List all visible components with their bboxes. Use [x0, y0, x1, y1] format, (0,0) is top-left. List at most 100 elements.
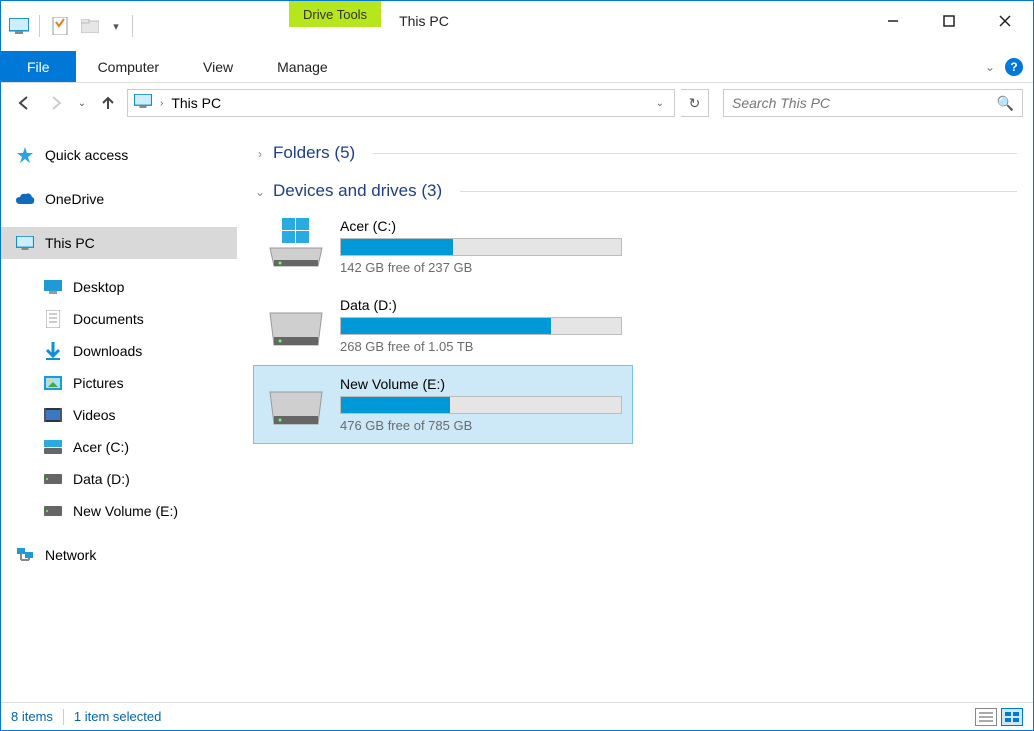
group-folders-header[interactable]: › Folders (5) [253, 131, 1017, 169]
expand-ribbon-icon[interactable]: ⌄ [985, 60, 995, 74]
drives-container: Acer (C:) 142 GB free of 237 GB Data (D:… [253, 207, 1017, 444]
cloud-icon [15, 189, 35, 209]
qat-dropdown-icon[interactable]: ▾ [108, 14, 124, 38]
drive-icon [43, 469, 63, 489]
nav-quick-access[interactable]: Quick access [1, 139, 237, 171]
forward-button[interactable] [43, 90, 69, 116]
drive-info: Data (D:) 268 GB free of 1.05 TB [340, 297, 622, 354]
quick-access-toolbar: ▾ [1, 1, 141, 51]
nav-network[interactable]: Network [1, 539, 237, 571]
view-mode-switcher [975, 708, 1023, 726]
drive-icon [264, 297, 328, 347]
divider [373, 153, 1017, 154]
nav-label: Pictures [73, 375, 124, 391]
nav-documents[interactable]: Documents [1, 303, 237, 335]
app-icon[interactable] [7, 14, 31, 38]
nav-drive-e[interactable]: New Volume (E:) [1, 495, 237, 527]
chevron-down-icon[interactable]: ⌄ [253, 185, 267, 199]
drive-e[interactable]: New Volume (E:) 476 GB free of 785 GB [253, 365, 633, 444]
tab-file[interactable]: File [1, 51, 76, 82]
maximize-button[interactable] [921, 1, 977, 41]
drive-name: Data (D:) [340, 297, 622, 313]
capacity-bar [340, 238, 622, 256]
tab-computer[interactable]: Computer [76, 51, 181, 82]
drive-info: New Volume (E:) 476 GB free of 785 GB [340, 376, 622, 433]
tiles-view-button[interactable] [1001, 708, 1023, 726]
group-folders-label: Folders (5) [273, 143, 355, 163]
window-controls [865, 1, 1033, 51]
capacity-bar [340, 396, 622, 414]
pictures-icon [43, 373, 63, 393]
group-devices-label: Devices and drives (3) [273, 181, 442, 201]
desktop-icon [43, 277, 63, 297]
address-bar[interactable]: › This PC ⌄ [127, 89, 675, 117]
nav-this-pc[interactable]: This PC [1, 227, 237, 259]
address-row: ⌄ › This PC ⌄ ↻ 🔍 [1, 83, 1033, 123]
nav-label: New Volume (E:) [73, 503, 178, 519]
minimize-button[interactable] [865, 1, 921, 41]
divider [460, 191, 1017, 192]
nav-pictures[interactable]: Pictures [1, 367, 237, 399]
os-drive-icon [264, 218, 328, 268]
nav-videos[interactable]: Videos [1, 399, 237, 431]
nav-label: Videos [73, 407, 116, 423]
contextual-tab-group: Drive Tools [289, 1, 381, 51]
status-items: 8 items [11, 709, 53, 724]
back-button[interactable] [11, 90, 37, 116]
chevron-right-icon[interactable]: › [253, 147, 267, 161]
this-pc-icon [134, 94, 152, 113]
network-icon [15, 545, 35, 565]
drive-tools-label: Drive Tools [289, 1, 381, 27]
capacity-bar [340, 317, 622, 335]
status-selected: 1 item selected [74, 709, 161, 724]
breadcrumb-location[interactable]: This PC [171, 95, 221, 111]
nav-drive-d[interactable]: Data (D:) [1, 463, 237, 495]
breadcrumb-chevron-icon[interactable]: › [160, 98, 163, 109]
navigation-pane: Quick access OneDrive This PC Desktop Do… [1, 123, 237, 702]
drive-free-text: 476 GB free of 785 GB [340, 418, 622, 433]
nav-downloads[interactable]: Downloads [1, 335, 237, 367]
explorer-window: ▾ Drive Tools This PC File Computer View… [0, 0, 1034, 731]
title-bar: ▾ Drive Tools This PC [1, 1, 1033, 51]
capacity-fill [341, 397, 450, 413]
drive-c[interactable]: Acer (C:) 142 GB free of 237 GB [253, 207, 633, 286]
help-icon[interactable]: ? [1005, 58, 1023, 76]
body: Quick access OneDrive This PC Desktop Do… [1, 123, 1033, 702]
nav-label: Downloads [73, 343, 142, 359]
drive-d[interactable]: Data (D:) 268 GB free of 1.05 TB [253, 286, 633, 365]
recent-locations-button[interactable]: ⌄ [75, 90, 89, 116]
drive-name: Acer (C:) [340, 218, 622, 234]
drive-name: New Volume (E:) [340, 376, 622, 392]
monitor-icon [15, 233, 35, 253]
up-button[interactable] [95, 90, 121, 116]
nav-desktop[interactable]: Desktop [1, 271, 237, 303]
search-icon[interactable]: 🔍 [997, 95, 1014, 112]
status-separator [63, 709, 64, 725]
nav-label: Desktop [73, 279, 124, 295]
new-folder-icon[interactable] [78, 14, 102, 38]
videos-icon [43, 405, 63, 425]
nav-onedrive[interactable]: OneDrive [1, 183, 237, 215]
close-button[interactable] [977, 1, 1033, 41]
drive-icon [43, 437, 63, 457]
documents-icon [43, 309, 63, 329]
qat-separator [39, 15, 40, 37]
group-devices-header[interactable]: ⌄ Devices and drives (3) [253, 169, 1017, 207]
address-dropdown-icon[interactable]: ⌄ [652, 98, 668, 109]
details-view-button[interactable] [975, 708, 997, 726]
nav-label: This PC [45, 235, 95, 251]
tab-manage[interactable]: Manage [255, 51, 350, 82]
properties-icon[interactable] [48, 14, 72, 38]
search-box[interactable]: 🔍 [723, 89, 1023, 117]
drive-icon [264, 376, 328, 426]
nav-drive-c[interactable]: Acer (C:) [1, 431, 237, 463]
downloads-icon [43, 341, 63, 361]
nav-label: Quick access [45, 147, 128, 163]
refresh-button[interactable]: ↻ [681, 89, 709, 117]
nav-label: OneDrive [45, 191, 104, 207]
qat-separator-2 [132, 15, 133, 37]
search-input[interactable] [732, 95, 997, 111]
tab-view[interactable]: View [181, 51, 255, 82]
window-title: This PC [381, 1, 865, 51]
star-icon [15, 145, 35, 165]
